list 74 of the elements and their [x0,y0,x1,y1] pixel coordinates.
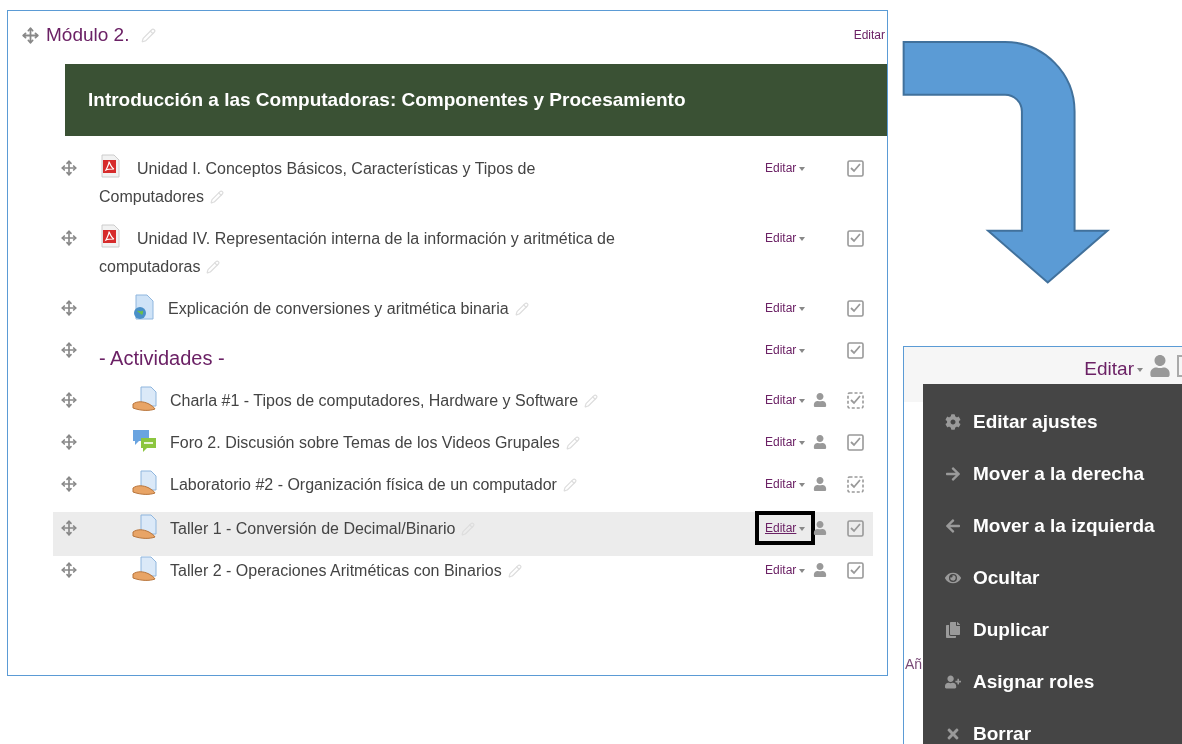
caret-icon [799,440,806,445]
completion-checkbox[interactable] [847,159,864,177]
completion-checkbox[interactable] [847,229,864,247]
menu-item[interactable]: Mover a la derecha [923,448,1182,501]
move-icon[interactable] [61,562,77,578]
caret-icon [1137,368,1143,373]
edit-menu-link[interactable]: Editar [763,475,808,493]
section-title: Módulo 2. [46,22,130,47]
activity-link[interactable]: Taller 1 - Conversión de Decimal/Binario [132,514,632,543]
completion-checkbox[interactable] [847,519,864,537]
move-icon[interactable] [61,342,77,358]
web-page-icon [132,294,156,320]
edit-menu-link[interactable]: Editar [763,561,808,579]
document-in-hand-icon [132,470,158,496]
move-icon[interactable] [61,160,77,176]
user-plus-icon [945,674,961,691]
edit-menu-link[interactable]: Editar [763,433,808,451]
menu-item[interactable]: Mover a la izquierda [923,500,1182,553]
completion-checkbox[interactable] [847,475,864,493]
caret-icon [799,482,806,487]
caret-icon [799,398,806,403]
checkbox-edge-icon [1177,355,1182,378]
caret-icon [799,568,806,573]
move-icon[interactable] [61,434,77,450]
menu-item[interactable]: Ocultar [923,552,1182,605]
edit-menu-link[interactable]: Editar [763,299,808,317]
activity-link[interactable]: Laboratorio #2 - Organización física de un computador [132,470,632,499]
caret-icon [799,166,806,171]
activity-link[interactable]: Unidad I. Conceptos Básicos, Características y Tipos de Computadores [99,154,632,211]
document-in-hand-icon [132,556,158,582]
caret-icon [799,306,806,311]
edit-menu-link[interactable]: Editar [763,341,808,359]
completion-checkbox[interactable] [847,391,864,409]
move-icon[interactable] [22,26,39,44]
move-icon[interactable] [61,300,77,316]
activity-link[interactable]: Charla #1 - Tipos de computadores, Hardware y Software [132,386,632,415]
move-icon[interactable] [61,520,77,536]
completion-checkbox[interactable] [847,341,864,359]
person-icon[interactable] [813,521,828,535]
activity-link[interactable]: Foro 2. Discusión sobre Temas de los Videos Grupales [132,428,632,457]
menu-item[interactable]: Duplicar [923,604,1182,657]
edit-menu-link[interactable]: Editar [763,519,808,537]
activity-link[interactable]: Explicación de conversiones y aritmética binaria [132,294,632,323]
activity-link[interactable]: Unidad IV. Representación interna de la información y aritmética de computadoras [99,224,632,281]
completion-checkbox[interactable] [847,299,864,317]
move-icon[interactable] [61,476,77,492]
menu-item[interactable]: Asignar roles [923,656,1182,709]
move-icon[interactable] [61,392,77,408]
completion-checkbox[interactable] [847,561,864,579]
copy-icon [945,622,961,639]
activity-link[interactable]: Taller 2 - Operaciones Aritméticas con Binarios [132,556,632,585]
chat-bubbles-icon [132,428,158,454]
caret-icon [799,348,806,353]
move-icon[interactable] [61,230,77,246]
caret-icon [799,236,806,241]
section-label: - Actividades - [99,346,226,371]
arrow-left-icon [945,518,961,535]
edit-menu-link[interactable]: Editar [763,229,808,247]
edit-link[interactable]: Editar [853,26,885,44]
arrow-right-icon [945,466,961,483]
menu-item[interactable]: Editar ajustes [923,396,1182,449]
document-in-hand-icon [132,514,158,540]
edit-menu-link[interactable]: Editar [763,391,808,409]
add-activity-text: Añ [905,655,923,675]
pdf-file-icon [99,154,121,178]
edit-menu-link[interactable]: Editar [1084,355,1143,384]
edit-menu-link[interactable]: Editar [763,159,808,177]
document-in-hand-icon [132,386,158,412]
caret-icon [799,526,806,531]
settings-icon [945,414,961,431]
pdf-file-icon [99,224,121,248]
completion-checkbox[interactable] [847,433,864,451]
menu-item[interactable]: Borrar [923,708,1182,744]
banner-title: Introducción a las Computadoras: Componentes y Procesamiento [88,87,686,112]
